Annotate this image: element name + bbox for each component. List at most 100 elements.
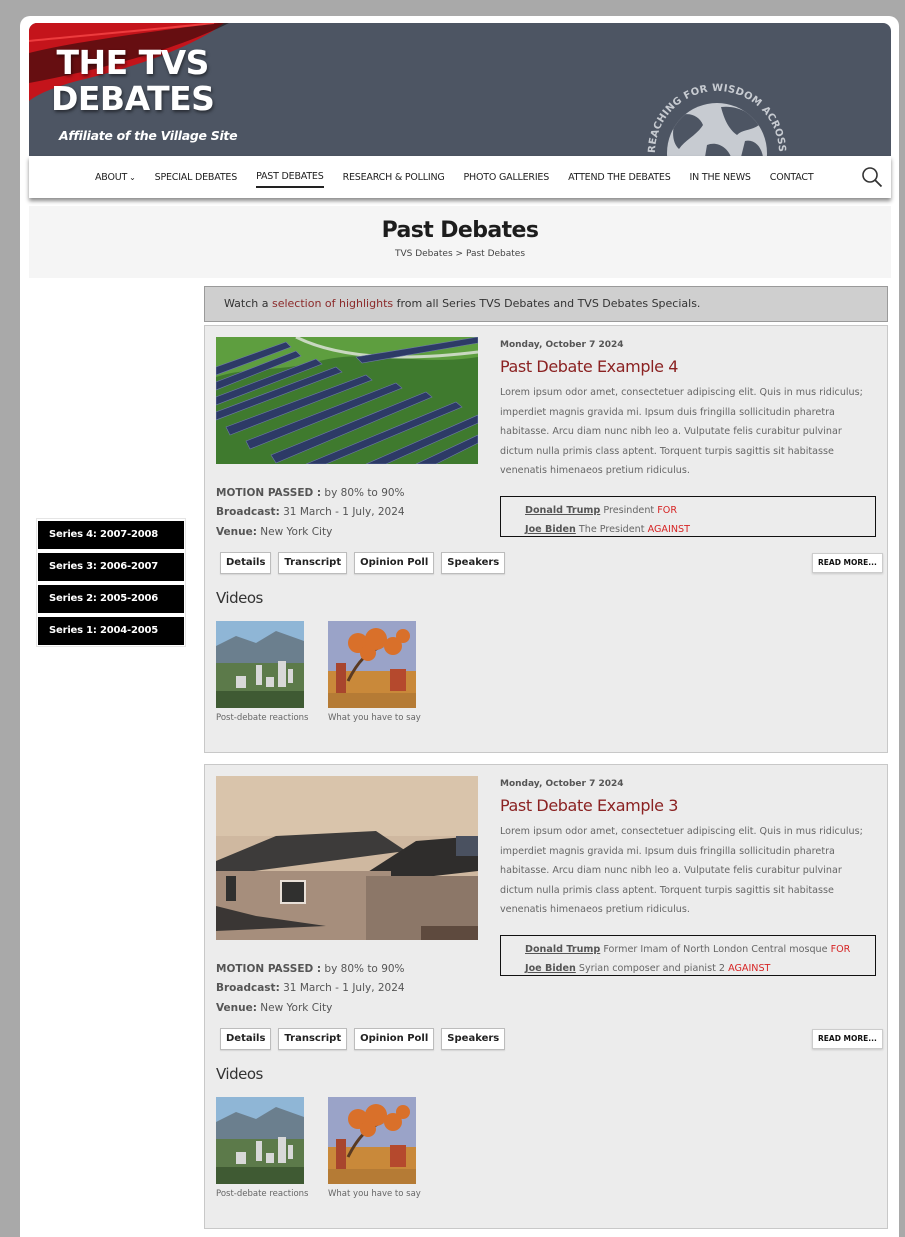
- speaker-row: Donald Trump Former Imam of North London…: [525, 940, 875, 959]
- speaker-role: Presindent: [603, 505, 655, 516]
- speaker-side: AGAINST: [728, 963, 771, 974]
- debate-button-row: Details Transcript Opinion Poll Speakers: [220, 552, 512, 574]
- debate-image-solar-house[interactable]: [216, 776, 478, 940]
- highlights-link[interactable]: selection of highlights: [272, 297, 393, 310]
- nav-item-contact[interactable]: CONTACT: [770, 168, 814, 187]
- motion-line: MOTION PASSED : by 80% to 90%: [216, 487, 405, 499]
- speakers-box: Donald Trump Former Imam of North London…: [500, 935, 876, 976]
- debate-card: Monday, October 7 2024 Past Debate Examp…: [204, 764, 888, 1229]
- speaker-name-link[interactable]: Donald Trump: [525, 505, 600, 516]
- speaker-role: The President: [578, 524, 645, 535]
- speaker-name-link[interactable]: Joe Biden: [525, 524, 576, 535]
- debate-date: Monday, October 7 2024: [500, 779, 624, 789]
- nav-item-label: ABOUT: [95, 171, 128, 183]
- read-more-button[interactable]: READ MORE...: [812, 1029, 883, 1049]
- video-caption: What you have to say: [328, 713, 421, 723]
- broadcast-value: 31 March - 1 July, 2024: [283, 982, 405, 994]
- page-title-band: Past Debates TVS Debates > Past Debates: [29, 206, 891, 278]
- details-button[interactable]: Details: [220, 1028, 272, 1050]
- motion-label: MOTION PASSED :: [216, 487, 322, 499]
- nav-item-in-the-news[interactable]: IN THE NEWS: [690, 168, 751, 187]
- debate-title-link[interactable]: Past Debate Example 3: [500, 796, 678, 815]
- page-title: Past Debates: [381, 218, 539, 243]
- nav-item-about[interactable]: ABOUT ⌄: [95, 168, 136, 187]
- nav-menu: ABOUT ⌄ SPECIAL DEBATES PAST DEBATES RESE…: [95, 156, 832, 198]
- speaker-role: Former Imam of North London Central mosq…: [603, 944, 828, 955]
- video-thumbnail-desert-tree[interactable]: [328, 1097, 416, 1184]
- motion-value: by 80% to 90%: [324, 487, 405, 499]
- motion-line: MOTION PASSED : by 80% to 90%: [216, 963, 405, 975]
- nav-item-past-debates[interactable]: PAST DEBATES: [256, 167, 324, 188]
- broadcast-value: 31 March - 1 July, 2024: [283, 506, 405, 518]
- breadcrumb-home-link[interactable]: TVS Debates: [395, 249, 453, 259]
- transcript-button[interactable]: Transcript: [278, 1028, 348, 1050]
- details-button[interactable]: Details: [220, 552, 272, 574]
- nav-item-special-debates[interactable]: SPECIAL DEBATES: [155, 168, 238, 187]
- speaker-row: Joe Biden Syrian composer and pianist 2 …: [525, 959, 875, 978]
- videos-heading: Videos: [216, 1065, 263, 1083]
- broadcast-line: Broadcast: 31 March - 1 July, 2024: [216, 506, 405, 518]
- broadcast-label: Broadcast:: [216, 982, 280, 994]
- broadcast-line: Broadcast: 31 March - 1 July, 2024: [216, 982, 405, 994]
- globe-emblem-icon: REACHING FOR WISDOM ACROSS BOUNDARIES: [627, 45, 787, 156]
- notice-prefix: Watch a: [224, 297, 269, 310]
- speaker-side: FOR: [830, 944, 851, 955]
- broadcast-label: Broadcast:: [216, 506, 280, 518]
- breadcrumb-separator: >: [455, 249, 464, 259]
- video-thumbnail-desert-tree[interactable]: [328, 621, 416, 708]
- motion-value: by 80% to 90%: [324, 963, 405, 975]
- nav-item-photo-galleries[interactable]: PHOTO GALLERIES: [464, 168, 550, 187]
- video-caption: What you have to say: [328, 1189, 421, 1199]
- debate-button-row: Details Transcript Opinion Poll Speakers: [220, 1028, 512, 1050]
- debate-description: Lorem ipsum odor amet, consectetuer adip…: [500, 387, 863, 476]
- speaker-side: AGAINST: [647, 524, 690, 535]
- videos-heading: Videos: [216, 589, 263, 607]
- venue-label: Venue:: [216, 1002, 257, 1014]
- main-navigation: ABOUT ⌄ SPECIAL DEBATES PAST DEBATES RESE…: [29, 156, 891, 198]
- speaker-row: Joe Biden The President AGAINST: [525, 520, 875, 539]
- site-subtitle: Affiliate of the Village Site: [59, 128, 238, 143]
- search-icon[interactable]: [861, 166, 883, 188]
- venue-label: Venue:: [216, 526, 257, 538]
- nav-item-attend-debates[interactable]: ATTEND THE DEBATES: [568, 168, 671, 187]
- opinion-poll-button[interactable]: Opinion Poll: [354, 1028, 435, 1050]
- venue-line: Venue: New York City: [216, 1002, 332, 1014]
- series-sidebar: Series 4: 2007-2008 Series 3: 2006-2007 …: [36, 518, 186, 647]
- site-title-line1: THE TVS: [56, 43, 209, 82]
- debate-title-link[interactable]: Past Debate Example 4: [500, 357, 678, 376]
- motion-label: MOTION PASSED :: [216, 963, 322, 975]
- debate-date: Monday, October 7 2024: [500, 340, 624, 350]
- speaker-name-link[interactable]: Donald Trump: [525, 944, 600, 955]
- venue-value: New York City: [260, 1002, 333, 1014]
- chevron-down-icon: ⌄: [129, 172, 136, 182]
- speaker-role: Syrian composer and pianist 2: [578, 963, 725, 974]
- debate-description: Lorem ipsum odor amet, consectetuer adip…: [500, 826, 863, 915]
- video-caption: Post-debate reactions: [216, 1189, 309, 1199]
- video-caption: Post-debate reactions: [216, 713, 309, 723]
- speaker-row: Donald Trump Presindent FOR: [525, 501, 875, 520]
- video-thumbnail-city[interactable]: [216, 1097, 304, 1184]
- speaker-side: FOR: [657, 505, 677, 516]
- breadcrumb: TVS Debates > Past Debates: [29, 249, 891, 259]
- speakers-button[interactable]: Speakers: [441, 1028, 506, 1050]
- transcript-button[interactable]: Transcript: [278, 552, 348, 574]
- breadcrumb-current: Past Debates: [465, 249, 526, 259]
- sidebar-item-series-3[interactable]: Series 3: 2006-2007: [38, 553, 184, 581]
- debate-card: Monday, October 7 2024 Past Debate Examp…: [204, 325, 888, 753]
- speaker-name-link[interactable]: Joe Biden: [525, 963, 576, 974]
- video-thumbnail-city[interactable]: [216, 621, 304, 708]
- notice-suffix: from all Series TVS Debates and TVS Deba…: [396, 297, 701, 310]
- opinion-poll-button[interactable]: Opinion Poll: [354, 552, 435, 574]
- nav-item-research-polling[interactable]: RESEARCH & POLLING: [343, 168, 445, 187]
- venue-value: New York City: [260, 526, 333, 538]
- site-title-line2: DEBATES: [51, 79, 215, 118]
- sidebar-item-series-4[interactable]: Series 4: 2007-2008: [38, 521, 184, 549]
- sidebar-item-series-2[interactable]: Series 2: 2005-2006: [38, 585, 184, 613]
- site-logo-title[interactable]: THE TVS DEBATES: [51, 43, 215, 118]
- debate-image-solar-farm[interactable]: [216, 337, 478, 464]
- sidebar-item-series-1[interactable]: Series 1: 2004-2005: [38, 617, 184, 645]
- site-header: THE TVS DEBATES Affiliate of the Village…: [29, 23, 891, 156]
- speakers-button[interactable]: Speakers: [441, 552, 506, 574]
- speakers-box: Donald Trump Presindent FOR Joe Biden Th…: [500, 496, 876, 537]
- read-more-button[interactable]: READ MORE...: [812, 553, 883, 573]
